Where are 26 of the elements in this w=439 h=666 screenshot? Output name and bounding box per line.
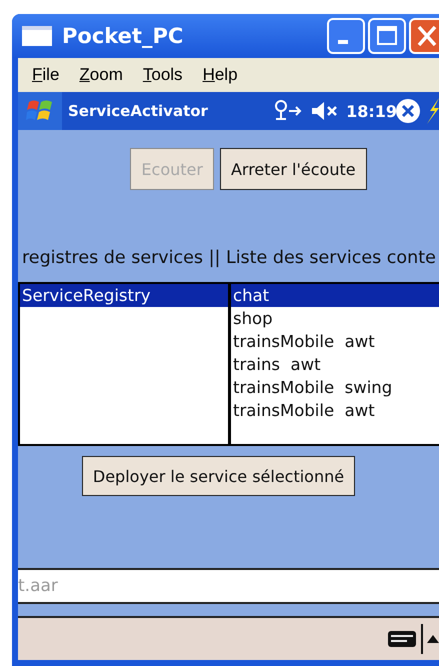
list-item[interactable]: trains awt — [231, 353, 439, 376]
list-item[interactable]: trainsMobile awt — [231, 399, 439, 422]
list-item[interactable]: trainsMobile swing — [231, 376, 439, 399]
keyboard-icon[interactable] — [387, 629, 417, 649]
list-item[interactable]: chat — [231, 284, 439, 307]
list-item[interactable]: shop — [231, 307, 439, 330]
menu-item[interactable]: Tools — [142, 65, 183, 85]
minimize-icon[interactable] — [327, 18, 365, 54]
menu-item[interactable]: Zoom — [79, 65, 123, 85]
service-list[interactable]: chat shop trainsMobile awt trains awt trainsMobile swing trainsMobile awt — [228, 284, 439, 444]
window-title: Pocket_PC — [62, 24, 184, 48]
list-header-label: registres de services || Liste des services conte — [21, 248, 437, 268]
deploy-button[interactable]: Deployer le service sélectionné — [82, 456, 356, 496]
window-icon — [22, 26, 52, 46]
list-item[interactable]: trainsMobile awt — [231, 330, 439, 353]
close-circle-icon[interactable] — [395, 98, 421, 124]
menu-item[interactable]: File — [32, 65, 60, 85]
maximize-icon[interactable] — [368, 18, 406, 54]
up-arrow-icon[interactable] — [427, 634, 439, 644]
list-item[interactable]: ServiceRegistry — [20, 284, 228, 307]
menu-item[interactable]: Help — [202, 65, 238, 85]
close-icon[interactable] — [409, 18, 439, 54]
clock-time[interactable]: 18:19 — [346, 102, 397, 120]
lightning-icon — [427, 98, 439, 124]
app-title: ServiceActivator — [68, 102, 209, 120]
action-button[interactable]: Arreter l'écoute — [220, 148, 367, 190]
